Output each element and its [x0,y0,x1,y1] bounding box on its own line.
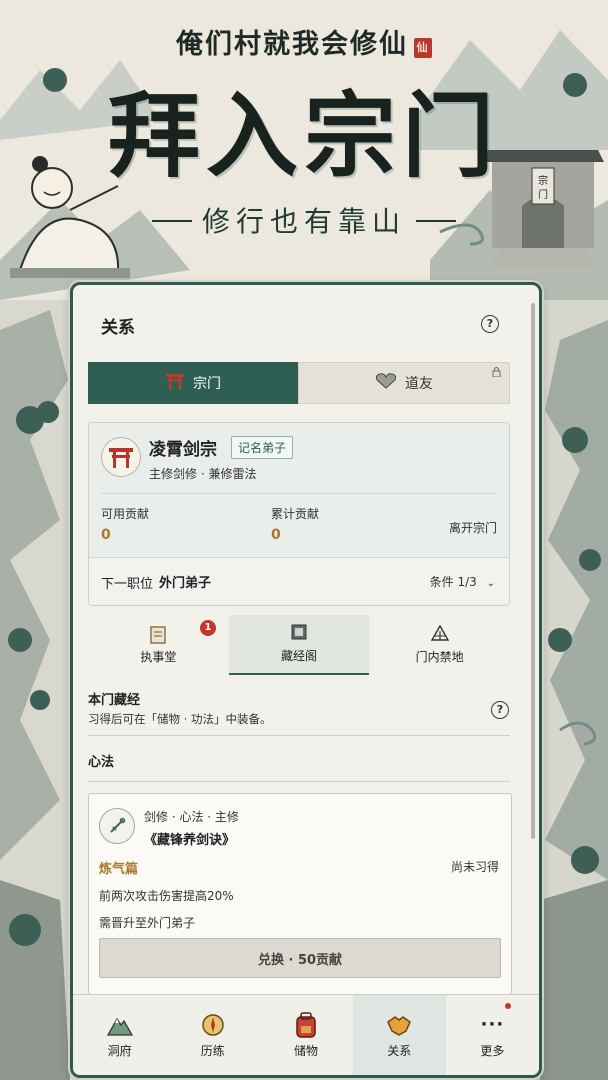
game-title: 俺们村就我会修仙仙 [0,22,608,61]
nav-training[interactable]: 历练 [166,995,259,1075]
technique-requirement: 需晋升至外门弟子 [99,916,196,930]
section-divider [88,735,510,736]
sect-divider [101,493,497,494]
bottom-navigation: 洞府 历练 储物 关系 ··· 更多 [73,994,539,1075]
sect-rank-badge: 记名弟子 [231,436,294,459]
nav-cave[interactable]: 洞府 [73,995,166,1075]
next-position-value: 外门弟子 [159,576,212,591]
nav-storage[interactable]: 储物 [259,995,352,1075]
next-position-row[interactable]: 下一职位 外门弟子 条件 1/3 ⌄ [89,557,509,604]
tab-sect[interactable]: 宗门 [88,362,298,404]
panel-title: 关系 [101,318,135,338]
panel-scrollbar[interactable] [531,303,535,839]
technique-stage: 炼气篇 [99,862,139,877]
technique-name: 《藏锋养剑诀》 [144,833,236,848]
notification-badge: 1 [200,620,216,636]
sword-icon [99,808,135,844]
library-title: 本门藏经 [88,693,141,708]
lock-icon [492,366,501,380]
sect-description: 主修剑修 · 兼修雷法 [149,467,257,481]
chevron-down-icon: ⌄ [486,578,495,589]
mountain-icon [106,1012,133,1038]
sect-name: 凌霄剑宗 [149,440,217,460]
hero-title: 拜入宗门 [107,82,500,190]
heart-icon [375,373,397,393]
total-contribution-value: 0 [271,527,281,543]
exchange-button[interactable]: 兑换 · 50贡献 [99,938,501,978]
sect-subtabs: 执事堂 1 藏经阁 门内禁地 [88,615,510,675]
library-description: 习得后可在「储物 · 功法」中装备。 [88,712,272,726]
book-icon [291,624,307,642]
torii-gate-icon [165,372,185,394]
nav-more[interactable]: ··· 更多 [446,995,539,1075]
scroll-icon [148,625,168,644]
sect-emblem-icon [101,437,141,477]
technique-tags: 剑修 · 心法 · 主修 [144,810,239,824]
hero-subtitle: 修行也有靠山 [0,200,608,240]
subtitle-left-dash [151,220,192,222]
nav-relations[interactable]: 关系 [352,995,446,1075]
help-icon[interactable]: ? [481,315,499,333]
technique-status: 尚未习得 [450,860,499,874]
subtitle-right-dash [416,220,456,222]
compass-icon [201,1012,225,1038]
sect-info-card: 凌霄剑宗 记名弟子 主修剑修 · 兼修雷法 可用贡献 0 累计贡献 0 离开宗门… [88,422,510,606]
relations-panel: 关系 ? 宗门 道友 凌霄剑宗 记名弟子 主修剑修 · 兼修雷法 可用贡献 0 … [70,282,542,1078]
section-divider [88,781,510,782]
more-icon: ··· [480,1014,505,1035]
technique-effect: 前两次攻击伤害提高20% [99,889,234,903]
next-position-label: 下一职位 [101,577,154,592]
technique-card: 剑修 · 心法 · 主修 《藏锋养剑诀》 炼气篇 尚未习得 前两次攻击伤害提高2… [88,793,512,995]
available-contribution-label: 可用贡献 [101,507,150,521]
library-help-icon[interactable]: ? [491,701,509,719]
subtab-scripture-library[interactable]: 藏经阁 [228,615,370,675]
notification-dot [505,1003,512,1009]
panel-header: 关系 ? [101,313,499,339]
backpack-icon [294,1011,318,1038]
section-heart-method: 心法 [88,755,115,770]
available-contribution-value: 0 [101,527,111,543]
relation-tabs: 宗门 道友 [88,362,510,404]
subtab-forbidden-area[interactable]: 门内禁地 [369,615,510,675]
leave-sect-button[interactable]: 离开宗门 [449,519,497,536]
subtab-affairs-hall[interactable]: 执事堂 1 [88,615,229,675]
condition-toggle[interactable]: 条件 1/3 ⌄ [430,573,495,590]
tent-icon [430,624,449,643]
handshake-icon [386,1012,412,1038]
title-seal: 仙 [414,38,432,58]
tab-friends[interactable]: 道友 [298,362,510,404]
total-contribution-label: 累计贡献 [271,507,320,521]
